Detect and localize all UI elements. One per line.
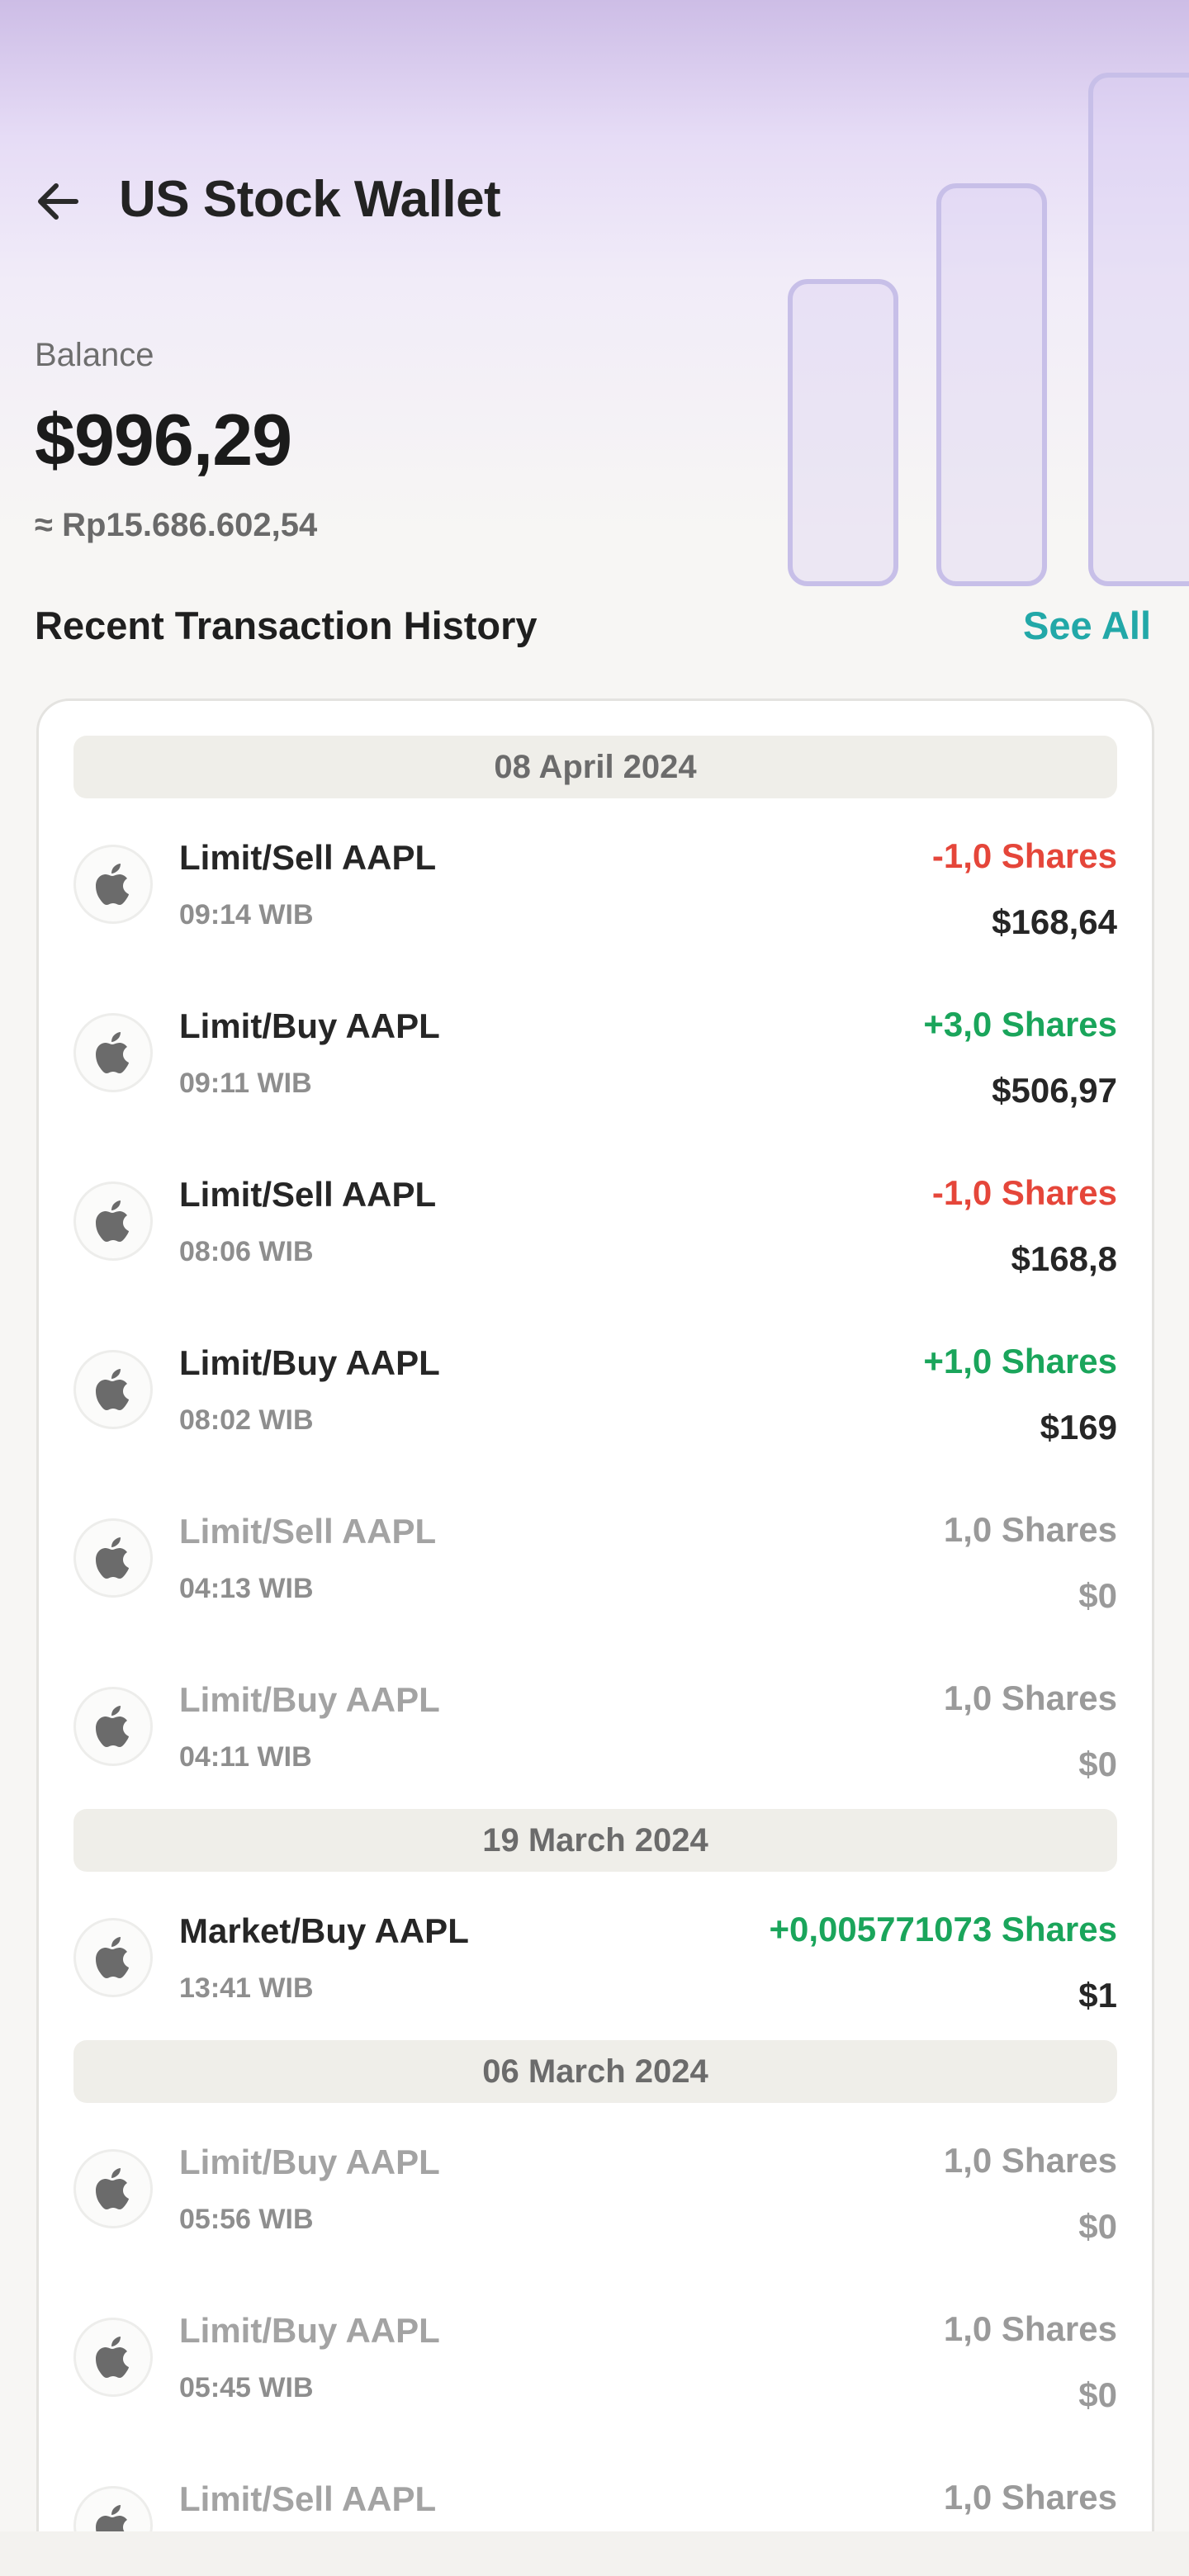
transaction-amount: $169	[1040, 1408, 1117, 1447]
transaction-time: 04:13 WIB	[179, 1573, 314, 1604]
transaction-shares: 1,0 Shares	[943, 1679, 1117, 1717]
transaction-time: 13:41 WIB	[179, 1972, 314, 2004]
transaction-name: Limit/Buy AAPL	[179, 2311, 440, 2350]
decorative-bar	[936, 183, 1047, 586]
transaction-time: 08:06 WIB	[179, 1236, 314, 1267]
transaction-name: Limit/Sell AAPL	[179, 838, 437, 877]
transaction-name: Limit/Sell AAPL	[179, 1512, 437, 1551]
apple-logo-icon	[73, 1687, 153, 1766]
arrow-left-icon	[38, 183, 78, 220]
transaction-shares: -1,0 Shares	[931, 1173, 1117, 1212]
transaction-row[interactable]: Market/Buy AAPL 13:41 WIB +0,005771073 Sha…	[73, 1872, 1117, 2040]
apple-logo-icon	[73, 1918, 153, 1997]
transaction-time: 04:11 WIB	[179, 1741, 312, 1773]
transaction-row[interactable]: Limit/Buy AAPL 05:45 WIB 1,0 Shares $0	[73, 2271, 1117, 2440]
date-header: 08 April 2024	[73, 736, 1117, 798]
transaction-row[interactable]: Limit/Buy AAPL 08:02 WIB +1,0 Shares $169	[73, 1304, 1117, 1472]
apple-logo-icon	[73, 2149, 153, 2228]
transaction-name: Market/Buy AAPL	[179, 1911, 469, 1950]
transaction-shares: 1,0 Shares	[943, 2478, 1117, 2517]
bottom-edge	[0, 2531, 1189, 2576]
transaction-shares: +3,0 Shares	[923, 1005, 1117, 1044]
page-title: US Stock Wallet	[119, 171, 501, 228]
transaction-shares: +1,0 Shares	[923, 1342, 1117, 1380]
transaction-amount: $506,97	[992, 1071, 1117, 1110]
transaction-shares: 1,0 Shares	[943, 2309, 1117, 2348]
transaction-time: 05:45 WIB	[179, 2372, 314, 2403]
section-title: Recent Transaction History	[35, 604, 538, 647]
transaction-row[interactable]: Limit/Sell AAPL 08:06 WIB -1,0 Shares $168,…	[73, 1135, 1117, 1304]
transaction-time: 08:02 WIB	[179, 1404, 314, 1436]
transaction-shares: 1,0 Shares	[943, 1510, 1117, 1549]
transaction-name: Limit/Buy AAPL	[179, 1680, 440, 1719]
transaction-list-card: 08 April 2024 Limit/Sell AAPL 09:14 WIB -1,…	[36, 698, 1154, 2576]
transaction-shares: 1,0 Shares	[943, 2141, 1117, 2180]
transaction-amount: $168,64	[992, 902, 1117, 941]
apple-logo-icon	[73, 1181, 153, 1261]
transaction-row[interactable]: Limit/Buy AAPL 05:56 WIB 1,0 Shares $0	[73, 2103, 1117, 2271]
transaction-amount: $0	[1078, 1576, 1117, 1615]
apple-logo-icon	[73, 2318, 153, 2397]
transaction-row[interactable]: Limit/Buy AAPL 09:11 WIB +3,0 Shares $506,9…	[73, 967, 1117, 1135]
date-header: 06 March 2024	[73, 2040, 1117, 2103]
balance-label: Balance	[35, 337, 154, 373]
transaction-name: Limit/Buy AAPL	[179, 1006, 440, 1045]
transaction-time: 05:56 WIB	[179, 2204, 314, 2235]
apple-logo-icon	[73, 1013, 153, 1092]
decorative-bar	[1088, 73, 1189, 586]
apple-logo-icon	[73, 1518, 153, 1598]
transaction-time: 09:14 WIB	[179, 899, 314, 930]
back-button[interactable]	[31, 175, 84, 228]
transaction-time: 09:11 WIB	[179, 1068, 312, 1099]
balance-idr-equivalent: ≈ Rp15.686.602,54	[35, 507, 318, 543]
transaction-amount: $0	[1078, 2207, 1117, 2246]
transaction-amount: $168,8	[1011, 1239, 1117, 1278]
date-header: 19 March 2024	[73, 1809, 1117, 1872]
transaction-row[interactable]: Limit/Buy AAPL 04:11 WIB 1,0 Shares $0	[73, 1641, 1117, 1809]
transaction-name: Limit/Buy AAPL	[179, 2143, 440, 2181]
transaction-shares: +0,005771073 Shares	[769, 1910, 1117, 1949]
transaction-row[interactable]: Limit/Sell AAPL 09:14 WIB -1,0 Shares $168,…	[73, 798, 1117, 967]
decorative-bar	[788, 279, 898, 586]
transaction-name: Limit/Buy AAPL	[179, 1343, 440, 1382]
apple-logo-icon	[73, 1350, 153, 1429]
transaction-amount: $0	[1078, 1745, 1117, 1783]
transaction-shares: -1,0 Shares	[931, 836, 1117, 875]
transaction-amount: $1	[1078, 1976, 1117, 2015]
apple-logo-icon	[73, 845, 153, 924]
transaction-name: Limit/Sell AAPL	[179, 1175, 437, 1214]
transaction-name: Limit/Sell AAPL	[179, 2479, 437, 2518]
transaction-row[interactable]: Limit/Sell AAPL 04:13 WIB 1,0 Shares $0	[73, 1472, 1117, 1641]
balance-value: $996,29	[35, 399, 292, 481]
transaction-amount: $0	[1078, 2375, 1117, 2414]
see-all-link[interactable]: See All	[1023, 603, 1151, 648]
